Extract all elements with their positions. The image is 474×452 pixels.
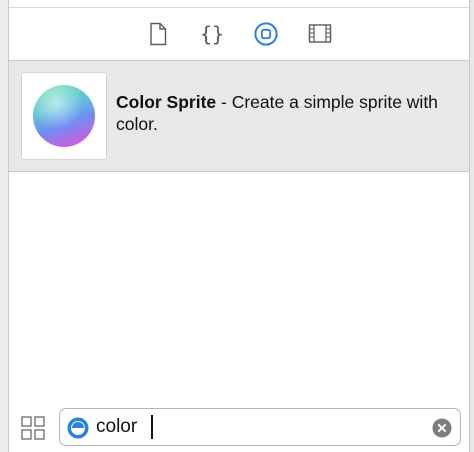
clear-search-button[interactable] — [432, 418, 452, 438]
object-library-panel: {} Color Sprite - Create a simple sprite… — [0, 0, 474, 452]
object-library-filter-icon — [67, 417, 89, 439]
code-snippet-icon: {} — [200, 22, 224, 46]
grid-view-icon — [21, 416, 45, 440]
item-name: Color Sprite — [116, 92, 217, 112]
library-tab-bar: {} — [9, 8, 469, 60]
tab-code-snippets[interactable]: {} — [200, 22, 224, 46]
clear-search-icon — [432, 418, 452, 438]
object-library-icon — [254, 22, 278, 46]
editor-edge — [0, 0, 8, 452]
tab-object-library[interactable] — [254, 22, 278, 46]
tab-media-library[interactable] — [308, 22, 332, 46]
view-toggle-button[interactable] — [21, 416, 45, 440]
item-separator: - — [216, 92, 232, 112]
svg-text:{}: {} — [200, 22, 224, 46]
item-description: Color Sprite - Create a simple sprite wi… — [116, 91, 461, 135]
search-filter-button[interactable] — [66, 416, 90, 440]
panel-right-gutter — [470, 0, 474, 452]
item-thumbnail — [21, 72, 107, 160]
media-library-icon — [308, 24, 332, 43]
search-input[interactable] — [96, 415, 416, 439]
text-caret — [151, 415, 153, 439]
search-field[interactable] — [59, 408, 461, 446]
library-filter-bar — [9, 400, 469, 452]
tab-file-templates[interactable] — [146, 22, 170, 46]
library-item-color-sprite[interactable]: Color Sprite - Create a simple sprite wi… — [9, 61, 469, 172]
color-sprite-sphere-icon — [33, 85, 95, 147]
file-template-icon — [150, 22, 167, 46]
